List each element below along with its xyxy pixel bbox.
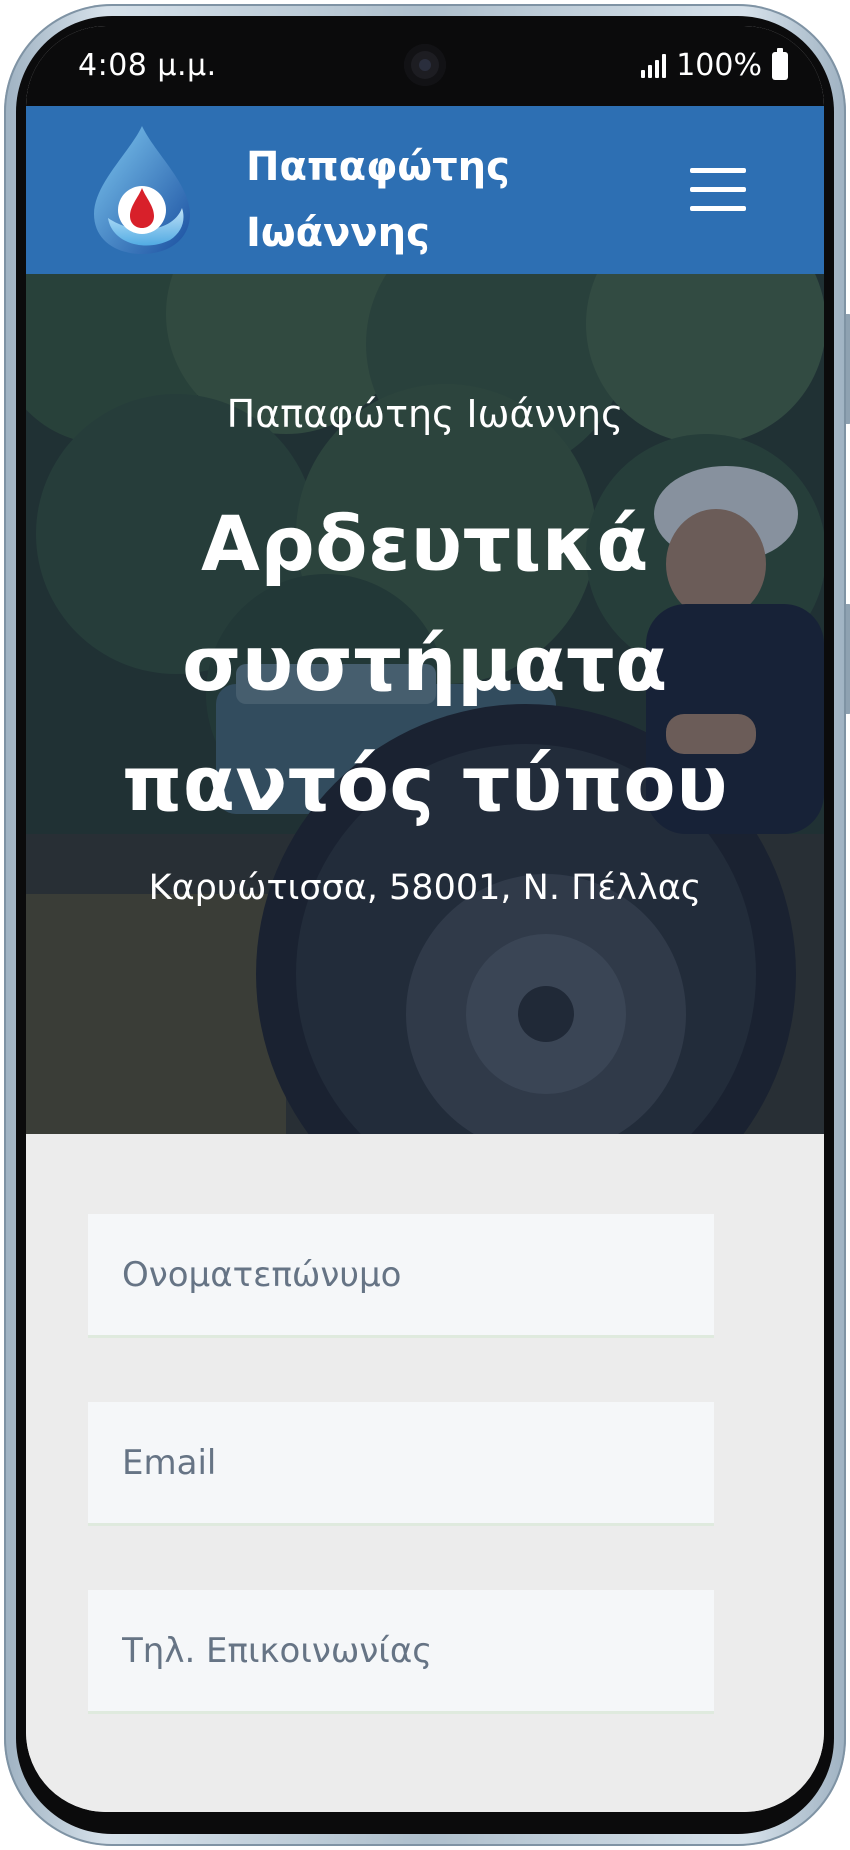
battery-icon	[772, 47, 788, 80]
hero-title-line-2: συστήματα	[182, 619, 668, 708]
email-field[interactable]	[88, 1402, 714, 1526]
status-time: 4:08 μ.μ.	[78, 48, 217, 83]
hero-title-line-3: παντός τύπου	[122, 739, 728, 828]
hero-section: Παπαφώτης Ιωάννης Αρδευτικά συστήματα πα…	[26, 274, 824, 1134]
water-drop-logo-icon[interactable]	[86, 122, 198, 256]
power-button	[846, 604, 850, 714]
name-field[interactable]	[88, 1214, 714, 1338]
hero-title-line-1: Αρδευτικά	[201, 499, 649, 588]
hero-subtitle: Παπαφώτης Ιωάννης	[226, 392, 624, 436]
status-bar: 4:08 μ.μ. 100%	[26, 26, 824, 106]
brand-line-1: Παπαφώτης	[246, 144, 510, 190]
contact-form	[26, 1134, 824, 1812]
hero-title: Αρδευτικά συστήματα παντός τύπου	[26, 484, 824, 844]
brand-name[interactable]: Παπαφώτης Ιωάννης	[246, 134, 510, 266]
hero-address: Καρυώτισσα, 58001, Ν. Πέλλας	[148, 868, 702, 908]
hamburger-menu-icon[interactable]	[690, 168, 746, 212]
battery-percent: 100%	[676, 48, 762, 83]
brand-line-2: Ιωάννης	[246, 210, 430, 256]
front-camera	[404, 44, 446, 86]
volume-button	[846, 314, 850, 424]
screen: 4:08 μ.μ. 100% Παπαφώτης Ιωάννης Παπαφώτ…	[26, 26, 824, 1812]
phone-field[interactable]	[88, 1590, 714, 1714]
status-right: 100%	[641, 47, 788, 83]
signal-icon	[641, 53, 667, 78]
site-header: Παπαφώτης Ιωάννης	[26, 106, 824, 274]
